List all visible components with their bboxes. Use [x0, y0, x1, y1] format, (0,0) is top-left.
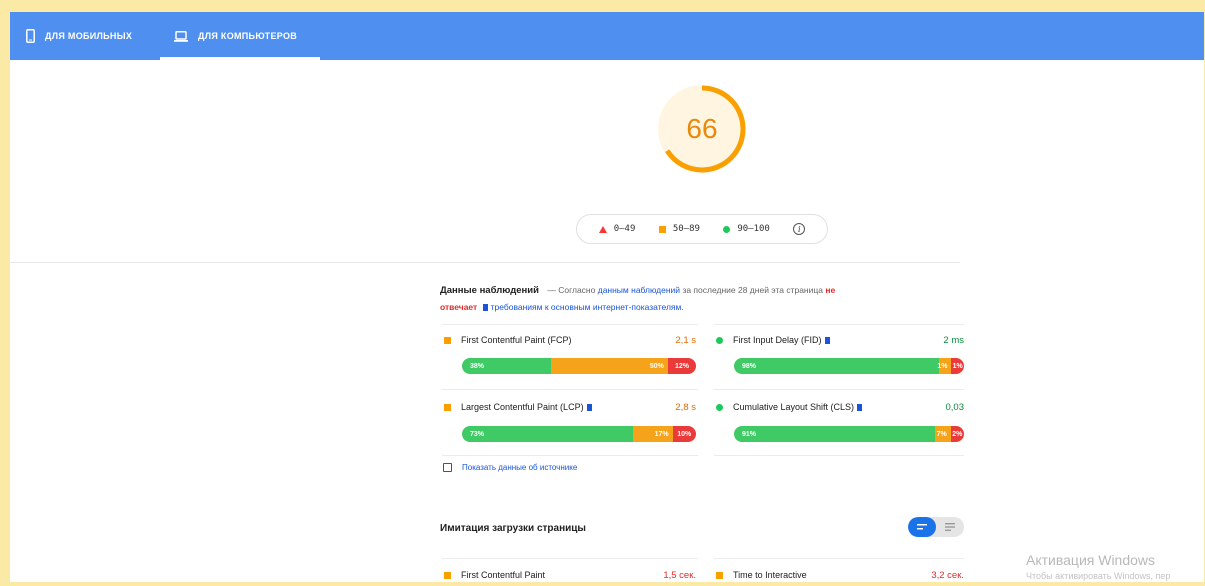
field-fail-2: отвечает	[440, 302, 478, 312]
metric-fid-bar: 98% 1% 1%	[734, 358, 964, 374]
bar-average-segment: 17%	[632, 426, 673, 442]
lab-fcp-value: 1,5 сек.	[663, 569, 696, 581]
lab-data-title: Имитация загрузки страницы	[440, 523, 586, 534]
legend-average: 50–89	[658, 224, 700, 234]
metric-separator	[714, 558, 964, 559]
windows-activation-hint: Чтобы активировать Windows, пер	[1026, 571, 1171, 581]
square-icon	[444, 336, 451, 344]
lab-tti-value: 3,2 сек.	[931, 569, 964, 581]
metric-cls-bar: 91% 7% 2%	[734, 426, 964, 442]
bar-poor-segment: 1%	[951, 358, 964, 374]
device-tab-bar: ДЛЯ МОБИЛЬНЫХ ДЛЯ КОМПЬЮТЕРОВ	[10, 12, 1204, 60]
page-frame: ДЛЯ МОБИЛЬНЫХ ДЛЯ КОМПЬЮТЕРОВ 66 0–49 50…	[10, 12, 1204, 582]
field-fail-1: не	[825, 285, 836, 295]
metric-cls-value: 0,03	[945, 401, 965, 413]
metric-separator	[714, 389, 964, 390]
metric-separator	[442, 324, 698, 325]
metric-lcp-bar: 73% 17% 10%	[462, 426, 696, 442]
square-icon	[444, 571, 451, 579]
circle-icon	[716, 403, 723, 411]
score-legend: 0–49 50–89 90–100 i	[576, 214, 828, 244]
show-source-checkbox[interactable]	[443, 463, 452, 472]
windows-activation-watermark: Активация Windows	[1026, 552, 1156, 568]
legend-average-label: 50–89	[672, 224, 700, 234]
tab-desktop-label: ДЛЯ КОМПЬЮТЕРОВ	[198, 31, 298, 41]
lab-tti-name: Time to Interactive	[733, 570, 807, 580]
square-icon	[658, 225, 666, 233]
performance-score-value: 66	[686, 113, 718, 144]
cwv-requirements-link[interactable]: требованиям к основным интернет-показате…	[491, 302, 684, 312]
metric-separator	[714, 455, 964, 456]
metric-fid-name: First Input Delay (FID)	[733, 335, 822, 345]
bar-poor-segment: 10%	[672, 426, 696, 442]
bar-good-segment: 73%	[462, 426, 633, 442]
legend-poor-label: 0–49	[613, 224, 636, 234]
tab-mobile-label: ДЛЯ МОБИЛЬНЫХ	[45, 31, 133, 41]
metric-fid-value: 2 ms	[943, 334, 964, 346]
metric-fcp-name: First Contentful Paint (FCP)	[461, 335, 572, 345]
bar-poor-segment: 12%	[667, 358, 696, 374]
lab-metric-fcp: First Contentful Paint 1,5 сек.	[444, 568, 696, 582]
metric-separator	[442, 455, 698, 456]
legend-good-label: 90–100	[737, 224, 770, 234]
field-desc-mid: за последние 28 дней эта страница	[682, 285, 823, 295]
view-detail-icon[interactable]	[936, 517, 964, 537]
metric-fid: First Input Delay (FID) 2 ms	[716, 333, 964, 347]
bar-average-segment: 7%	[935, 426, 951, 442]
circle-icon	[716, 336, 723, 344]
smartphone-icon	[26, 29, 35, 43]
performance-score-gauge: 66	[655, 82, 749, 176]
field-data-title: Данные наблюдений	[440, 285, 539, 296]
legend-good: 90–100	[723, 224, 770, 234]
field-desc-prefix: — Согласно	[547, 285, 596, 295]
square-icon	[444, 403, 451, 411]
metric-fcp-bar: 38% 50% 12%	[462, 358, 696, 374]
bar-good-segment: 98%	[734, 358, 939, 374]
laptop-icon	[174, 30, 188, 42]
bar-average-segment: 1%	[937, 358, 952, 374]
tab-desktop[interactable]: ДЛЯ КОМПЬЮТЕРОВ	[160, 12, 320, 60]
metric-lcp: Largest Contentful Paint (LCP) 2,8 s	[444, 400, 696, 414]
bookmark-icon	[482, 304, 488, 311]
field-data-header: Данные наблюдений — Согласно данным набл…	[440, 282, 930, 316]
bar-poor-segment: 2%	[950, 426, 964, 442]
field-data-link[interactable]: данным наблюдений	[598, 285, 680, 295]
metric-fcp-value: 2,1 s	[675, 334, 696, 346]
bookmark-icon	[857, 403, 863, 411]
show-source-label: Показать данные об источнике	[462, 463, 578, 472]
triangle-icon	[598, 225, 607, 233]
metric-separator	[714, 324, 964, 325]
metric-cls-name: Cumulative Layout Shift (CLS)	[733, 402, 855, 412]
show-source-toggle[interactable]: Показать данные об источнике	[443, 463, 577, 472]
metric-lcp-value: 2,8 s	[675, 401, 696, 413]
bookmark-icon	[586, 403, 592, 411]
bookmark-icon	[824, 336, 830, 344]
metric-cls: Cumulative Layout Shift (CLS) 0,03	[716, 400, 964, 414]
view-list-icon[interactable]	[908, 517, 936, 537]
circle-icon	[723, 225, 731, 233]
info-icon[interactable]: i	[793, 223, 806, 235]
lab-fcp-name: First Contentful Paint	[461, 570, 546, 580]
tab-mobile[interactable]: ДЛЯ МОБИЛЬНЫХ	[26, 12, 156, 60]
bar-good-segment: 38%	[462, 358, 551, 374]
metric-lcp-name: Largest Contentful Paint (LCP)	[461, 402, 584, 412]
metric-separator	[442, 558, 698, 559]
bar-good-segment: 91%	[734, 426, 936, 442]
lab-metric-tti: Time to Interactive 3,2 сек.	[716, 568, 964, 582]
square-icon	[716, 571, 723, 579]
bar-average-segment: 50%	[550, 358, 668, 374]
metric-fcp: First Contentful Paint (FCP) 2,1 s	[444, 333, 696, 347]
legend-poor: 0–49	[598, 224, 636, 234]
lab-view-toggle[interactable]	[908, 517, 964, 537]
metric-separator	[442, 389, 698, 390]
section-divider	[10, 262, 960, 263]
